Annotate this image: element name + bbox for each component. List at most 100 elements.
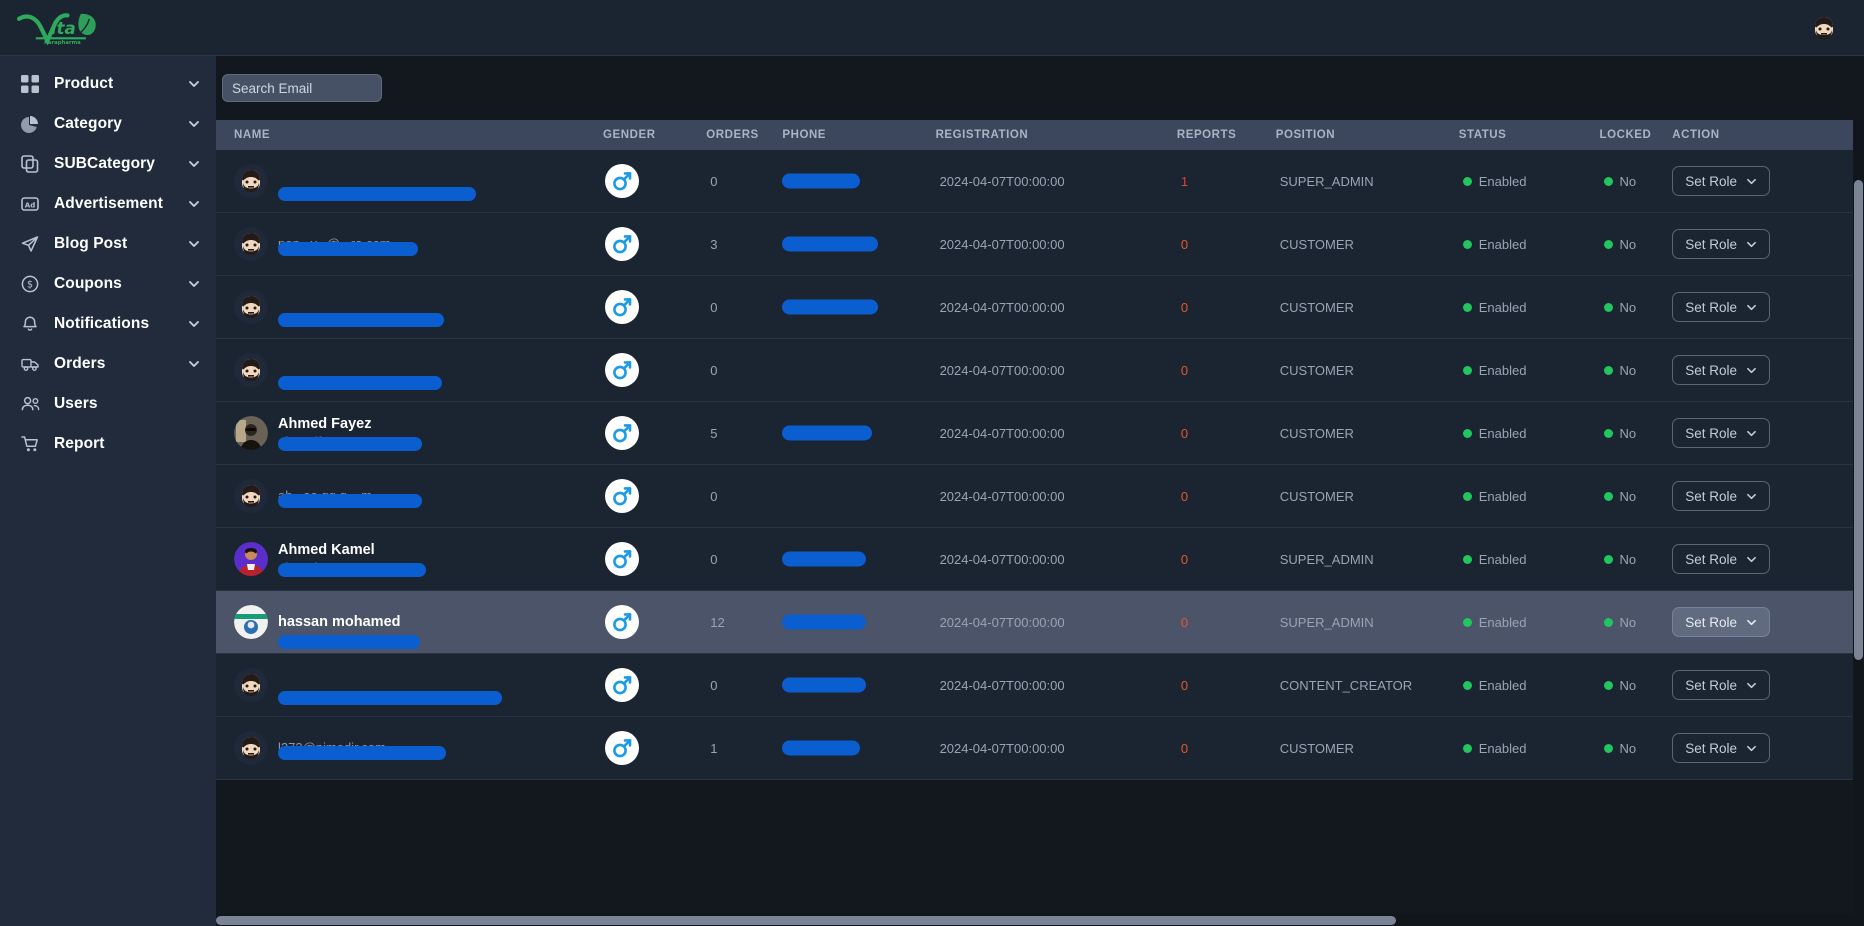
main-content: NAME GENDER ORDERS PHONE REGISTRATION RE… xyxy=(216,56,1864,926)
user-avatar-icon xyxy=(234,479,268,513)
column-header-name[interactable]: NAME xyxy=(216,120,589,150)
ad-icon: Ad xyxy=(20,194,40,214)
chevron-down-icon[interactable] xyxy=(188,238,200,250)
avatar[interactable] xyxy=(234,731,268,765)
gender-badge xyxy=(605,731,640,765)
table-header: NAME GENDER ORDERS PHONE REGISTRATION RE… xyxy=(216,120,1856,150)
user-name-block: ah...aa.gg.g....m xyxy=(278,487,422,508)
avatar[interactable] xyxy=(1806,9,1842,46)
locked-dot-icon xyxy=(1603,239,1613,249)
cell-name: l273@nimedir.com xyxy=(216,717,589,780)
cell-status: Enabled xyxy=(1455,150,1596,213)
avatar[interactable] xyxy=(234,541,268,576)
user-name-block: Ahmed Kamel ahmed... xyxy=(278,541,426,578)
column-header-locked[interactable]: LOCKED xyxy=(1596,120,1669,150)
avatar[interactable] xyxy=(234,415,268,450)
table-row[interactable]: Ahmed Kamel ahmed... 0 2024-04-07T00:00:00 0… xyxy=(216,527,1856,591)
orders-count: 1 xyxy=(710,740,718,756)
sidebar-item-coupons[interactable]: $ Coupons xyxy=(0,264,216,304)
cell-name: Ahmed Kamel ahmed... xyxy=(216,528,589,591)
table-row[interactable]: pen...y...@...ra.com 3 0000 2024-04-07T00:0… xyxy=(216,212,1856,276)
sidebar-item-subcategory[interactable]: SUBCategory xyxy=(0,144,216,184)
cell-status: Enabled xyxy=(1455,402,1596,465)
cell-name xyxy=(216,654,589,717)
cell-reports: 0 xyxy=(1171,213,1272,276)
position-value: SUPER_ADMIN xyxy=(1279,173,1374,189)
table-row[interactable]: hassan mohamed 12 121 2024-04-07T00:00:00 0 S… xyxy=(216,590,1856,654)
avatar[interactable] xyxy=(234,668,268,702)
set-role-button[interactable]: Set Role xyxy=(1672,355,1771,385)
user-name: hassan mohamed xyxy=(278,613,401,630)
set-role-button[interactable]: Set Role xyxy=(1672,292,1771,322)
search-input[interactable] xyxy=(222,74,382,102)
set-role-button[interactable]: Set Role xyxy=(1672,670,1771,700)
table-row[interactable]: 0 000 2024-04-07T00:00:00 0 CONTENT_CREATOR E… xyxy=(216,653,1856,717)
orders-count: 0 xyxy=(710,299,718,315)
column-header-phone[interactable]: PHONE xyxy=(774,120,931,150)
set-role-button[interactable]: Set Role xyxy=(1672,733,1771,763)
vertical-scrollbar-thumb[interactable] xyxy=(1854,180,1863,660)
set-role-button[interactable]: Set Role xyxy=(1672,607,1771,637)
vertical-scrollbar[interactable] xyxy=(1853,120,1864,914)
sidebar-item-notifications[interactable]: Notifications xyxy=(0,304,216,344)
sidebar-item-label: Orders xyxy=(54,355,106,372)
table-row[interactable]: 0 2024-04-07T00:00:00 0 CUSTOMER Enabled No Se… xyxy=(216,275,1856,339)
cell-position: CUSTOMER xyxy=(1272,213,1455,276)
column-header-gender[interactable]: GENDER xyxy=(589,120,692,150)
table-row[interactable]: l273@nimedir.com 1 000122 2024-04-07T00:00:… xyxy=(216,716,1856,780)
avatar[interactable] xyxy=(234,353,268,387)
avatar[interactable] xyxy=(234,479,268,513)
chevron-down-icon[interactable] xyxy=(188,278,200,290)
sidebar-item-category[interactable]: Category xyxy=(0,104,216,144)
status-dot-icon xyxy=(1462,554,1472,564)
horizontal-scrollbar[interactable] xyxy=(216,914,1864,926)
cell-registration: 2024-04-07T00:00:00 xyxy=(932,150,1171,213)
sidebar-item-product[interactable]: Product xyxy=(0,64,216,104)
brand-logo[interactable]: ita Parapharma xyxy=(14,6,106,50)
set-role-button[interactable]: Set Role xyxy=(1672,229,1771,259)
orders-count: 0 xyxy=(710,362,718,378)
user-avatar-icon xyxy=(234,227,268,261)
cell-name xyxy=(216,339,589,402)
horizontal-scrollbar-thumb[interactable] xyxy=(216,916,1396,925)
avatar[interactable] xyxy=(234,290,268,324)
registration-date: 2024-04-07T00:00:00 xyxy=(939,551,1065,567)
sidebar-item-orders[interactable]: Orders xyxy=(0,344,216,384)
table-row[interactable]: Ahmed Fayez ahmedfa... 5 00000000 2024-04-07… xyxy=(216,401,1856,465)
set-role-button[interactable]: Set Role xyxy=(1672,544,1771,574)
chevron-down-icon[interactable] xyxy=(188,318,200,330)
column-header-reports[interactable]: REPORTS xyxy=(1171,120,1272,150)
column-header-position[interactable]: POSITION xyxy=(1272,120,1455,150)
gender-badge xyxy=(605,542,640,576)
locked-dot-icon xyxy=(1603,617,1613,627)
table-row[interactable]: 0 2024-04-07T00:00:00 0 CUSTOMER Enabled No Se… xyxy=(216,338,1856,402)
status-label: Enabled xyxy=(1478,173,1527,189)
gender-badge xyxy=(605,668,640,702)
avatar[interactable] xyxy=(234,227,268,261)
column-header-orders[interactable]: ORDERS xyxy=(692,120,774,150)
sidebar-item-report[interactable]: Report xyxy=(0,424,216,464)
chevron-down-icon[interactable] xyxy=(188,358,200,370)
set-role-button[interactable]: Set Role xyxy=(1672,166,1771,196)
sidebar-item-blog-post[interactable]: Blog Post xyxy=(0,224,216,264)
table-row[interactable]: ah...aa.gg.g....m 0 2024-04-07T00:00:00 0 CU… xyxy=(216,464,1856,528)
set-role-button[interactable]: Set Role xyxy=(1672,481,1771,511)
locked-dot-icon xyxy=(1603,428,1613,438)
orders-count: 12 xyxy=(710,614,725,630)
chevron-down-icon[interactable] xyxy=(188,78,200,90)
table-row[interactable]: 0 2024-04-07T00:00:00 1 SUPER_ADMIN Enabled N… xyxy=(216,150,1856,213)
status-badge: Enabled xyxy=(1459,426,1596,441)
truck-icon xyxy=(20,354,40,374)
sidebar-item-advertisement[interactable]: Ad Advertisement xyxy=(0,184,216,224)
column-header-registration[interactable]: REGISTRATION xyxy=(932,120,1171,150)
avatar[interactable] xyxy=(234,605,268,639)
chevron-down-icon[interactable] xyxy=(188,118,200,130)
avatar[interactable] xyxy=(234,164,268,198)
set-role-button[interactable]: Set Role xyxy=(1672,418,1771,448)
sidebar-item-users[interactable]: Users xyxy=(0,384,216,424)
column-header-status[interactable]: STATUS xyxy=(1455,120,1596,150)
chevron-down-icon[interactable] xyxy=(188,158,200,170)
user-email: ah...aa.gg.g....m xyxy=(278,487,372,503)
column-header-action[interactable]: ACTION xyxy=(1668,120,1856,150)
chevron-down-icon[interactable] xyxy=(188,198,200,210)
